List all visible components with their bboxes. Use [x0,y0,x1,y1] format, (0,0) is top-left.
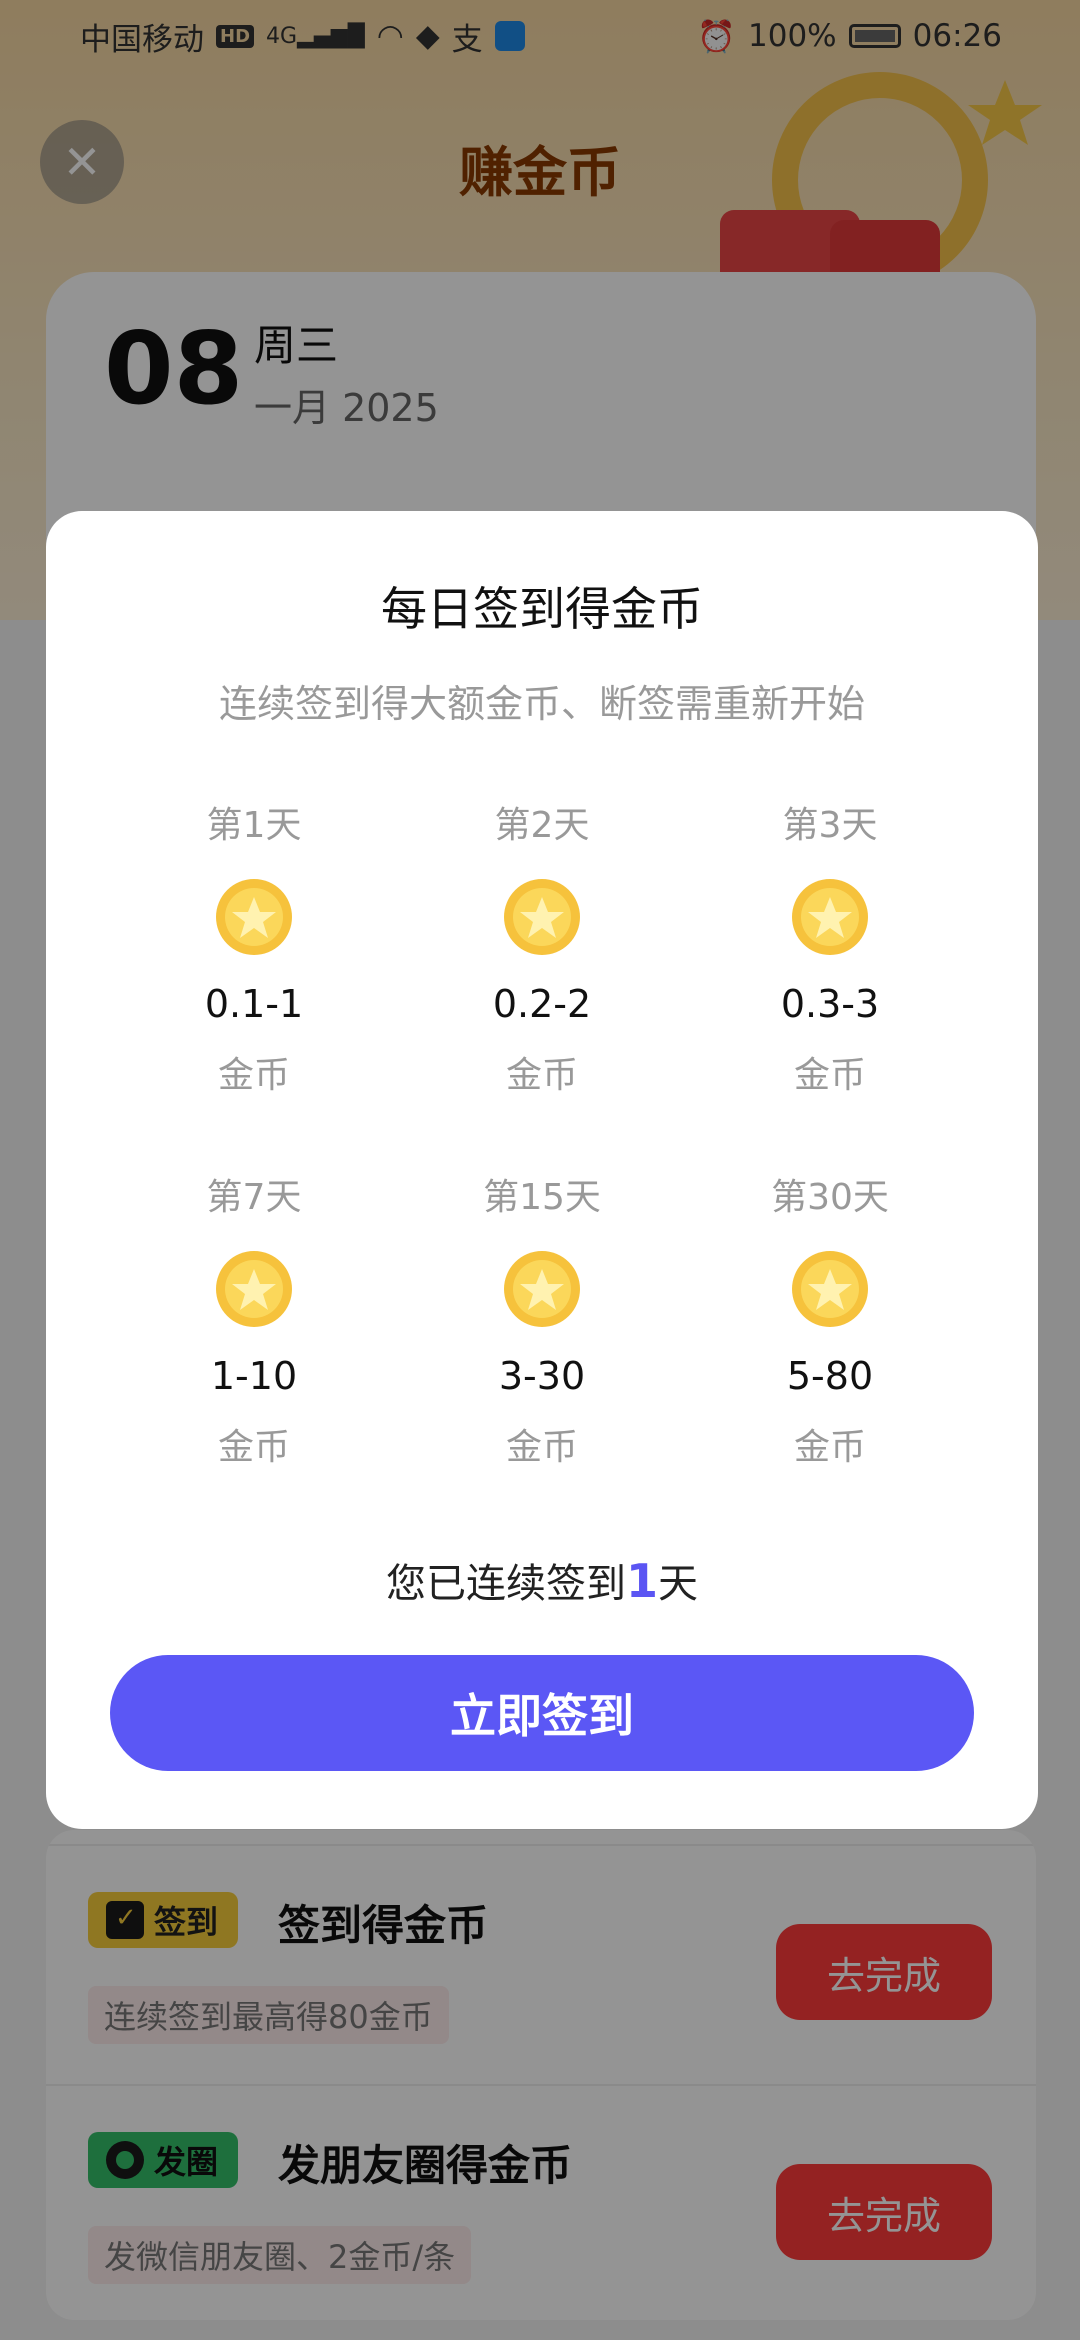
reward-day-7: 第7天 1-10 金币 [104,1173,404,1473]
reward-amount: 5-80 [786,1354,874,1398]
reward-unit: 金币 [793,1055,866,1096]
reward-day-label: 第1天 [206,805,302,846]
gold-coin-icon [792,879,868,955]
reward-day-2: 第2天 0.2-2 金币 [392,801,692,1101]
gold-coin-icon [216,1251,292,1327]
signin-modal: 每日签到得金币 连续签到得大额金币、断签需重新开始 第1天 0.1-1 金币 第… [46,511,1038,1829]
reward-day-label: 第3天 [782,805,878,846]
reward-unit: 金币 [505,1427,578,1468]
reward-day-1: 第1天 0.1-1 金币 [104,801,404,1101]
reward-day-label: 第2天 [494,805,590,846]
reward-day-label: 第7天 [206,1177,302,1218]
streak-text: 您已连续签到1天 [46,1551,1038,1609]
streak-days: 1 [625,1554,658,1608]
streak-suffix: 天 [658,1561,698,1607]
reward-amount: 3-30 [498,1354,586,1398]
reward-unit: 金币 [793,1427,866,1468]
modal-subtitle: 连续签到得大额金币、断签需重新开始 [218,682,865,726]
reward-day-3: 第3天 0.3-3 金币 [680,801,980,1101]
reward-amount: 1-10 [210,1354,298,1398]
gold-coin-icon [504,1251,580,1327]
streak-prefix: 您已连续签到 [385,1561,626,1607]
reward-day-30: 第30天 5-80 金币 [680,1173,980,1473]
reward-day-label: 第30天 [771,1177,889,1218]
reward-amount: 0.2-2 [492,982,592,1026]
gold-coin-icon [504,879,580,955]
reward-unit: 金币 [217,1055,290,1096]
reward-day-label: 第15天 [483,1177,601,1218]
reward-amount: 0.3-3 [780,982,880,1026]
reward-unit: 金币 [217,1427,290,1468]
reward-amount: 0.1-1 [204,982,304,1026]
sign-in-now-button[interactable]: 立即签到 [110,1655,974,1771]
modal-title: 每日签到得金币 [381,582,703,636]
gold-coin-icon [792,1251,868,1327]
gold-coin-icon [216,879,292,955]
reward-unit: 金币 [505,1055,578,1096]
reward-day-15: 第15天 3-30 金币 [392,1173,692,1473]
